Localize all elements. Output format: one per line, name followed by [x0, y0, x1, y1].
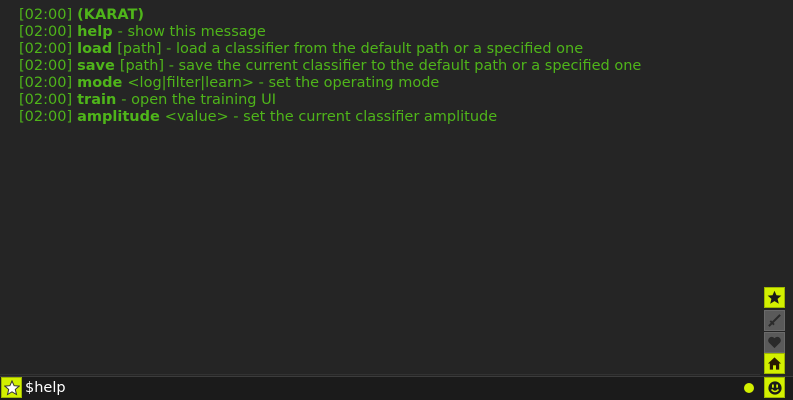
log-line: [02:00] amplitude <value> - set the curren…: [19, 109, 753, 126]
console-window: [02:00] (KARAT) [02:00] help - show this me…: [0, 0, 793, 400]
status-indicator: [744, 383, 754, 393]
log-command: amplitude: [77, 109, 160, 125]
log-timestamp: [02:00]: [19, 24, 73, 40]
log-command: load: [77, 41, 113, 57]
log-command: train: [77, 92, 117, 108]
log-timestamp: [02:00]: [19, 92, 73, 108]
log-line: [02:00] mode <log|filter|learn> - set the …: [19, 75, 753, 92]
log-line: [02:00] help - show this message: [19, 24, 753, 41]
home-button[interactable]: [764, 353, 785, 374]
sword-icon: [768, 314, 781, 327]
log-text: [path] - load a classifier from the defa…: [117, 41, 584, 57]
health-button[interactable]: [764, 332, 785, 353]
emote-button[interactable]: [764, 377, 785, 398]
log-text: - open the training UI: [121, 92, 276, 108]
log-line: [02:00] (KARAT): [19, 7, 753, 24]
console-log: [02:00] (KARAT) [02:00] help - show this me…: [19, 7, 753, 126]
combat-button[interactable]: [764, 310, 785, 331]
command-input[interactable]: [25, 377, 725, 399]
log-text: [path] - save the current classifier to …: [119, 58, 642, 74]
log-command: save: [77, 58, 115, 74]
smiley-icon: [767, 380, 782, 395]
favorites-button[interactable]: [764, 287, 785, 308]
log-text: <value> - set the current classifier amp…: [164, 109, 498, 125]
log-line: [02:00] save [path] - save the current cla…: [19, 58, 753, 75]
star-icon: [767, 290, 782, 304]
input-divider: [0, 374, 760, 375]
log-timestamp: [02:00]: [19, 109, 73, 125]
log-title: (KARAT): [77, 7, 144, 23]
log-line: [02:00] load [path] - load a classifier fr…: [19, 41, 753, 58]
log-timestamp: [02:00]: [19, 41, 73, 57]
log-timestamp: [02:00]: [19, 58, 73, 74]
log-timestamp: [02:00]: [19, 7, 73, 23]
heart-icon: [768, 336, 781, 349]
log-command: mode: [77, 75, 123, 91]
star-outline-icon: [3, 379, 20, 396]
home-icon: [767, 357, 782, 370]
log-timestamp: [02:00]: [19, 75, 73, 91]
log-text: <log|filter|learn> - set the operating m…: [127, 75, 440, 91]
bookmark-button[interactable]: [1, 377, 22, 398]
log-text: - show this message: [117, 24, 266, 40]
log-line: [02:00] train - open the training UI: [19, 92, 753, 109]
log-command: help: [77, 24, 113, 40]
